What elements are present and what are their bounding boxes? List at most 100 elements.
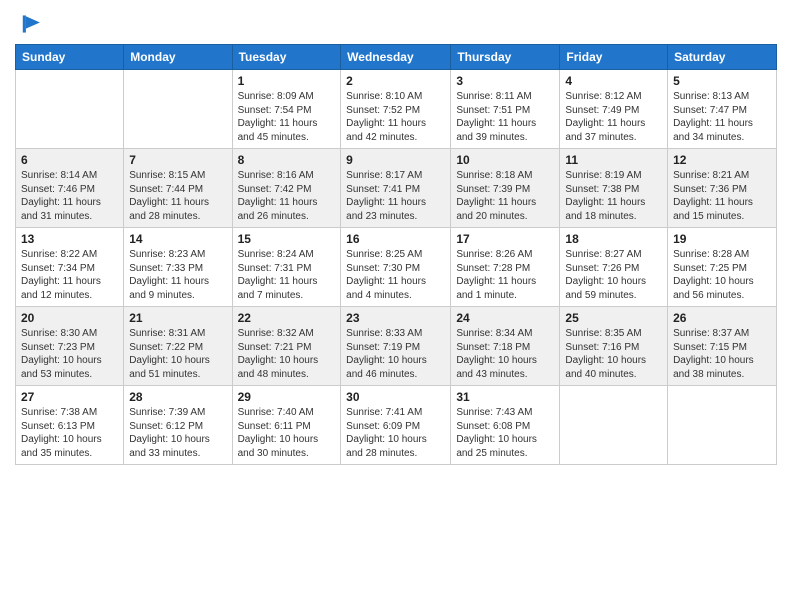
header-tuesday: Tuesday	[232, 45, 341, 70]
header-thursday: Thursday	[451, 45, 560, 70]
day-number: 17	[456, 232, 554, 246]
day-info: Sunrise: 8:28 AMSunset: 7:25 PMDaylight:…	[673, 248, 771, 302]
day-info: Sunrise: 8:11 AMSunset: 7:51 PMDaylight:…	[456, 90, 554, 144]
day-info: Sunrise: 8:25 AMSunset: 7:30 PMDaylight:…	[346, 248, 445, 302]
calendar-cell: 5 Sunrise: 8:13 AMSunset: 7:47 PMDaylight…	[668, 70, 777, 149]
day-number: 31	[456, 390, 554, 404]
calendar-cell: 26 Sunrise: 8:37 AMSunset: 7:15 PMDayligh…	[668, 307, 777, 386]
header-wednesday: Wednesday	[341, 45, 451, 70]
header	[15, 10, 777, 38]
day-number: 29	[238, 390, 336, 404]
calendar-cell: 13Sunrise: 8:22 AMSunset: 7:34 PMDayligh…	[16, 228, 124, 307]
calendar-week-row: 1 Sunrise: 8:09 AMSunset: 7:54 PMDaylight…	[16, 70, 777, 149]
calendar-cell: 7 Sunrise: 8:15 AMSunset: 7:44 PMDaylight…	[124, 149, 232, 228]
day-number: 1	[238, 74, 336, 88]
day-number: 22	[238, 311, 336, 325]
calendar-cell: 3 Sunrise: 8:11 AMSunset: 7:51 PMDaylight…	[451, 70, 560, 149]
calendar-cell: 19 Sunrise: 8:28 AMSunset: 7:25 PMDayligh…	[668, 228, 777, 307]
page: Sunday Monday Tuesday Wednesday Thursday…	[0, 0, 792, 612]
calendar-table: Sunday Monday Tuesday Wednesday Thursday…	[15, 44, 777, 465]
day-info: Sunrise: 8:30 AMSunset: 7:23 PMDaylight:…	[21, 327, 118, 381]
calendar-cell: 6 Sunrise: 8:14 AMSunset: 7:46 PMDaylight…	[16, 149, 124, 228]
logo	[15, 10, 46, 38]
calendar-cell: 15 Sunrise: 8:24 AMSunset: 7:31 PMDayligh…	[232, 228, 341, 307]
calendar-cell: 22Sunrise: 8:32 AMSunset: 7:21 PMDayligh…	[232, 307, 341, 386]
day-number: 11	[565, 153, 662, 167]
day-info: Sunrise: 8:17 AMSunset: 7:41 PMDaylight:…	[346, 169, 445, 223]
day-info: Sunrise: 8:31 AMSunset: 7:22 PMDaylight:…	[129, 327, 226, 381]
calendar-cell: 23 Sunrise: 8:33 AMSunset: 7:19 PMDayligh…	[341, 307, 451, 386]
day-info: Sunrise: 8:15 AMSunset: 7:44 PMDaylight:…	[129, 169, 226, 223]
day-info: Sunrise: 8:19 AMSunset: 7:38 PMDaylight:…	[565, 169, 662, 223]
day-info: Sunrise: 7:38 AMSunset: 6:13 PMDaylight:…	[21, 406, 118, 460]
day-info: Sunrise: 7:40 AMSunset: 6:11 PMDaylight:…	[238, 406, 336, 460]
calendar-cell: 1 Sunrise: 8:09 AMSunset: 7:54 PMDaylight…	[232, 70, 341, 149]
day-number: 30	[346, 390, 445, 404]
calendar-cell: 30Sunrise: 7:41 AMSunset: 6:09 PMDayligh…	[341, 386, 451, 465]
day-info: Sunrise: 8:16 AMSunset: 7:42 PMDaylight:…	[238, 169, 336, 223]
day-number: 28	[129, 390, 226, 404]
day-info: Sunrise: 7:43 AMSunset: 6:08 PMDaylight:…	[456, 406, 554, 460]
day-number: 20	[21, 311, 118, 325]
logo-icon	[15, 10, 43, 38]
day-number: 7	[129, 153, 226, 167]
calendar-cell: 8 Sunrise: 8:16 AMSunset: 7:42 PMDaylight…	[232, 149, 341, 228]
day-number: 27	[21, 390, 118, 404]
calendar-cell: 4Sunrise: 8:12 AMSunset: 7:49 PMDaylight…	[560, 70, 668, 149]
calendar-cell: 11 Sunrise: 8:19 AMSunset: 7:38 PMDayligh…	[560, 149, 668, 228]
day-number: 8	[238, 153, 336, 167]
day-number: 16	[346, 232, 445, 246]
header-friday: Friday	[560, 45, 668, 70]
day-number: 3	[456, 74, 554, 88]
calendar-cell: 18Sunrise: 8:27 AMSunset: 7:26 PMDayligh…	[560, 228, 668, 307]
day-info: Sunrise: 8:13 AMSunset: 7:47 PMDaylight:…	[673, 90, 771, 144]
header-row: Sunday Monday Tuesday Wednesday Thursday…	[16, 45, 777, 70]
calendar-cell: 27 Sunrise: 7:38 AMSunset: 6:13 PMDayligh…	[16, 386, 124, 465]
calendar-cell	[668, 386, 777, 465]
calendar-cell	[560, 386, 668, 465]
header-monday: Monday	[124, 45, 232, 70]
calendar-week-row: 27 Sunrise: 7:38 AMSunset: 6:13 PMDayligh…	[16, 386, 777, 465]
header-sunday: Sunday	[16, 45, 124, 70]
day-info: Sunrise: 8:21 AMSunset: 7:36 PMDaylight:…	[673, 169, 771, 223]
calendar-cell: 20 Sunrise: 8:30 AMSunset: 7:23 PMDayligh…	[16, 307, 124, 386]
calendar-cell	[16, 70, 124, 149]
day-number: 12	[673, 153, 771, 167]
day-number: 9	[346, 153, 445, 167]
day-info: Sunrise: 8:09 AMSunset: 7:54 PMDaylight:…	[238, 90, 336, 144]
day-info: Sunrise: 8:33 AMSunset: 7:19 PMDaylight:…	[346, 327, 445, 381]
day-number: 6	[21, 153, 118, 167]
calendar-cell: 2 Sunrise: 8:10 AMSunset: 7:52 PMDaylight…	[341, 70, 451, 149]
day-number: 18	[565, 232, 662, 246]
calendar-cell: 24Sunrise: 8:34 AMSunset: 7:18 PMDayligh…	[451, 307, 560, 386]
day-info: Sunrise: 8:10 AMSunset: 7:52 PMDaylight:…	[346, 90, 445, 144]
calendar-cell: 25 Sunrise: 8:35 AMSunset: 7:16 PMDayligh…	[560, 307, 668, 386]
calendar-cell: 28 Sunrise: 7:39 AMSunset: 6:12 PMDayligh…	[124, 386, 232, 465]
day-info: Sunrise: 8:23 AMSunset: 7:33 PMDaylight:…	[129, 248, 226, 302]
day-info: Sunrise: 8:37 AMSunset: 7:15 PMDaylight:…	[673, 327, 771, 381]
calendar-week-row: 6 Sunrise: 8:14 AMSunset: 7:46 PMDaylight…	[16, 149, 777, 228]
day-info: Sunrise: 8:24 AMSunset: 7:31 PMDaylight:…	[238, 248, 336, 302]
day-number: 25	[565, 311, 662, 325]
calendar-cell: 10Sunrise: 8:18 AMSunset: 7:39 PMDayligh…	[451, 149, 560, 228]
day-number: 5	[673, 74, 771, 88]
day-info: Sunrise: 8:18 AMSunset: 7:39 PMDaylight:…	[456, 169, 554, 223]
calendar-week-row: 13Sunrise: 8:22 AMSunset: 7:34 PMDayligh…	[16, 228, 777, 307]
calendar-cell: 12 Sunrise: 8:21 AMSunset: 7:36 PMDayligh…	[668, 149, 777, 228]
day-number: 21	[129, 311, 226, 325]
day-info: Sunrise: 8:14 AMSunset: 7:46 PMDaylight:…	[21, 169, 118, 223]
calendar-cell: 14 Sunrise: 8:23 AMSunset: 7:33 PMDayligh…	[124, 228, 232, 307]
calendar-cell: 21 Sunrise: 8:31 AMSunset: 7:22 PMDayligh…	[124, 307, 232, 386]
day-number: 26	[673, 311, 771, 325]
day-info: Sunrise: 8:22 AMSunset: 7:34 PMDaylight:…	[21, 248, 118, 302]
calendar-cell: 17 Sunrise: 8:26 AMSunset: 7:28 PMDayligh…	[451, 228, 560, 307]
day-number: 15	[238, 232, 336, 246]
calendar-cell: 9 Sunrise: 8:17 AMSunset: 7:41 PMDaylight…	[341, 149, 451, 228]
day-number: 2	[346, 74, 445, 88]
day-number: 14	[129, 232, 226, 246]
day-info: Sunrise: 8:35 AMSunset: 7:16 PMDaylight:…	[565, 327, 662, 381]
day-number: 23	[346, 311, 445, 325]
day-info: Sunrise: 8:26 AMSunset: 7:28 PMDaylight:…	[456, 248, 554, 302]
day-info: Sunrise: 7:39 AMSunset: 6:12 PMDaylight:…	[129, 406, 226, 460]
day-number: 19	[673, 232, 771, 246]
